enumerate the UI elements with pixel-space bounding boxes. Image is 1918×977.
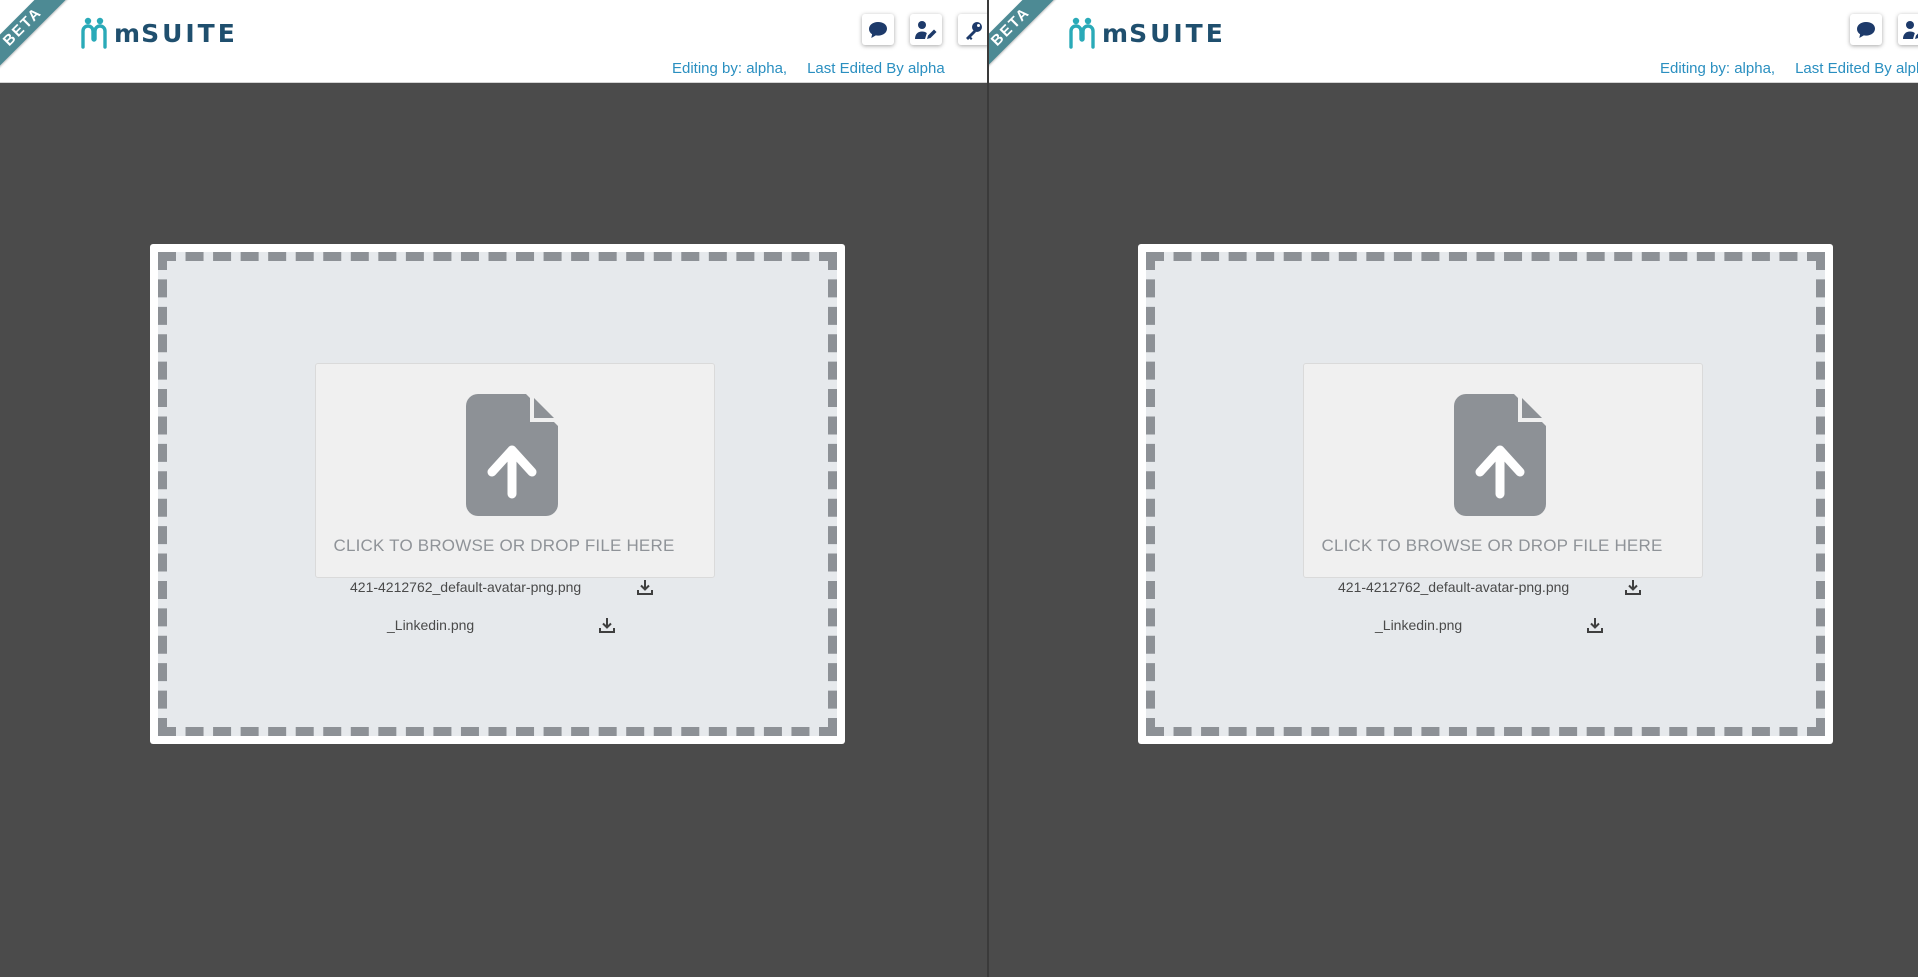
logo-text: mSUITE — [1102, 19, 1226, 48]
chat-button[interactable] — [862, 14, 894, 45]
split-view: BETA mSUITE Editing by: alpha, Last Edit… — [0, 0, 1918, 977]
download-icon[interactable] — [1625, 579, 1641, 595]
editing-by-text: Editing by: alpha, — [672, 60, 788, 77]
app-logo[interactable]: mSUITE — [80, 16, 238, 50]
user-edit-button[interactable] — [1898, 14, 1918, 45]
logo-icon — [81, 17, 107, 49]
file-name: 421-4212762_default-avatar-png.png — [350, 579, 582, 595]
pane-divider[interactable] — [987, 0, 989, 977]
download-icon[interactable] — [599, 617, 615, 633]
app-header: BETA mSUITE Editing by: alpha, Last Edit… — [0, 0, 988, 83]
user-edit-icon — [915, 20, 937, 39]
last-edited-text: Last Edited By alpha — [1795, 60, 1918, 77]
beta-ribbon: BETA — [988, 0, 1061, 77]
key-button[interactable] — [958, 14, 988, 45]
app-header: BETA mSUITE Editing by: alpha, Last Edit… — [988, 0, 1918, 83]
download-icon[interactable] — [1587, 617, 1603, 633]
logo-text-m: m — [1102, 18, 1130, 48]
user-edit-icon — [1903, 20, 1918, 39]
logo-text-suite: SUITE — [1129, 18, 1226, 48]
browse-area[interactable]: CLICK TO BROWSE OR DROP FILE HERE — [315, 363, 715, 578]
browse-label: CLICK TO BROWSE OR DROP FILE HERE — [1321, 536, 1663, 555]
file-name: 421-4212762_default-avatar-png.png — [1338, 579, 1570, 595]
dropzone-dashed-area[interactable]: CLICK TO BROWSE OR DROP FILE HERE 421-42… — [1146, 252, 1825, 736]
browse-area[interactable]: CLICK TO BROWSE OR DROP FILE HERE — [1303, 363, 1703, 578]
user-edit-button[interactable] — [910, 14, 942, 45]
download-icon[interactable] — [637, 579, 653, 595]
last-edited-text: Last Edited By alpha — [807, 60, 945, 77]
key-icon — [966, 21, 982, 40]
file-dropzone[interactable]: CLICK TO BROWSE OR DROP FILE HERE 421-42… — [150, 244, 845, 744]
app-logo[interactable]: mSUITE — [1068, 16, 1226, 50]
chat-icon — [1857, 21, 1875, 38]
logo-icon — [1069, 17, 1095, 49]
logo-text-m: m — [114, 18, 142, 48]
pane-right: BETA mSUITE Editing by: alpha, Last Edit… — [988, 0, 1918, 977]
browse-label: CLICK TO BROWSE OR DROP FILE HERE — [333, 536, 675, 555]
pane-left: BETA mSUITE Editing by: alpha, Last Edit… — [0, 0, 988, 977]
file-upload-icon — [466, 394, 558, 516]
logo-text: mSUITE — [114, 19, 238, 48]
logo-text-suite: SUITE — [141, 18, 238, 48]
chat-icon — [869, 21, 887, 38]
edit-status: Editing by: alpha, Last Edited By alpha — [1660, 60, 1918, 77]
file-name: _Linkedin.png — [387, 617, 475, 633]
dropzone-dashed-area[interactable]: CLICK TO BROWSE OR DROP FILE HERE 421-42… — [158, 252, 837, 736]
file-upload-icon — [1454, 394, 1546, 516]
file-name: _Linkedin.png — [1375, 617, 1463, 633]
editing-by-text: Editing by: alpha, — [1660, 60, 1776, 77]
edit-status: Editing by: alpha, Last Edited By alpha — [672, 60, 945, 77]
beta-ribbon: BETA — [0, 0, 73, 77]
chat-button[interactable] — [1850, 14, 1882, 45]
file-dropzone[interactable]: CLICK TO BROWSE OR DROP FILE HERE 421-42… — [1138, 244, 1833, 744]
